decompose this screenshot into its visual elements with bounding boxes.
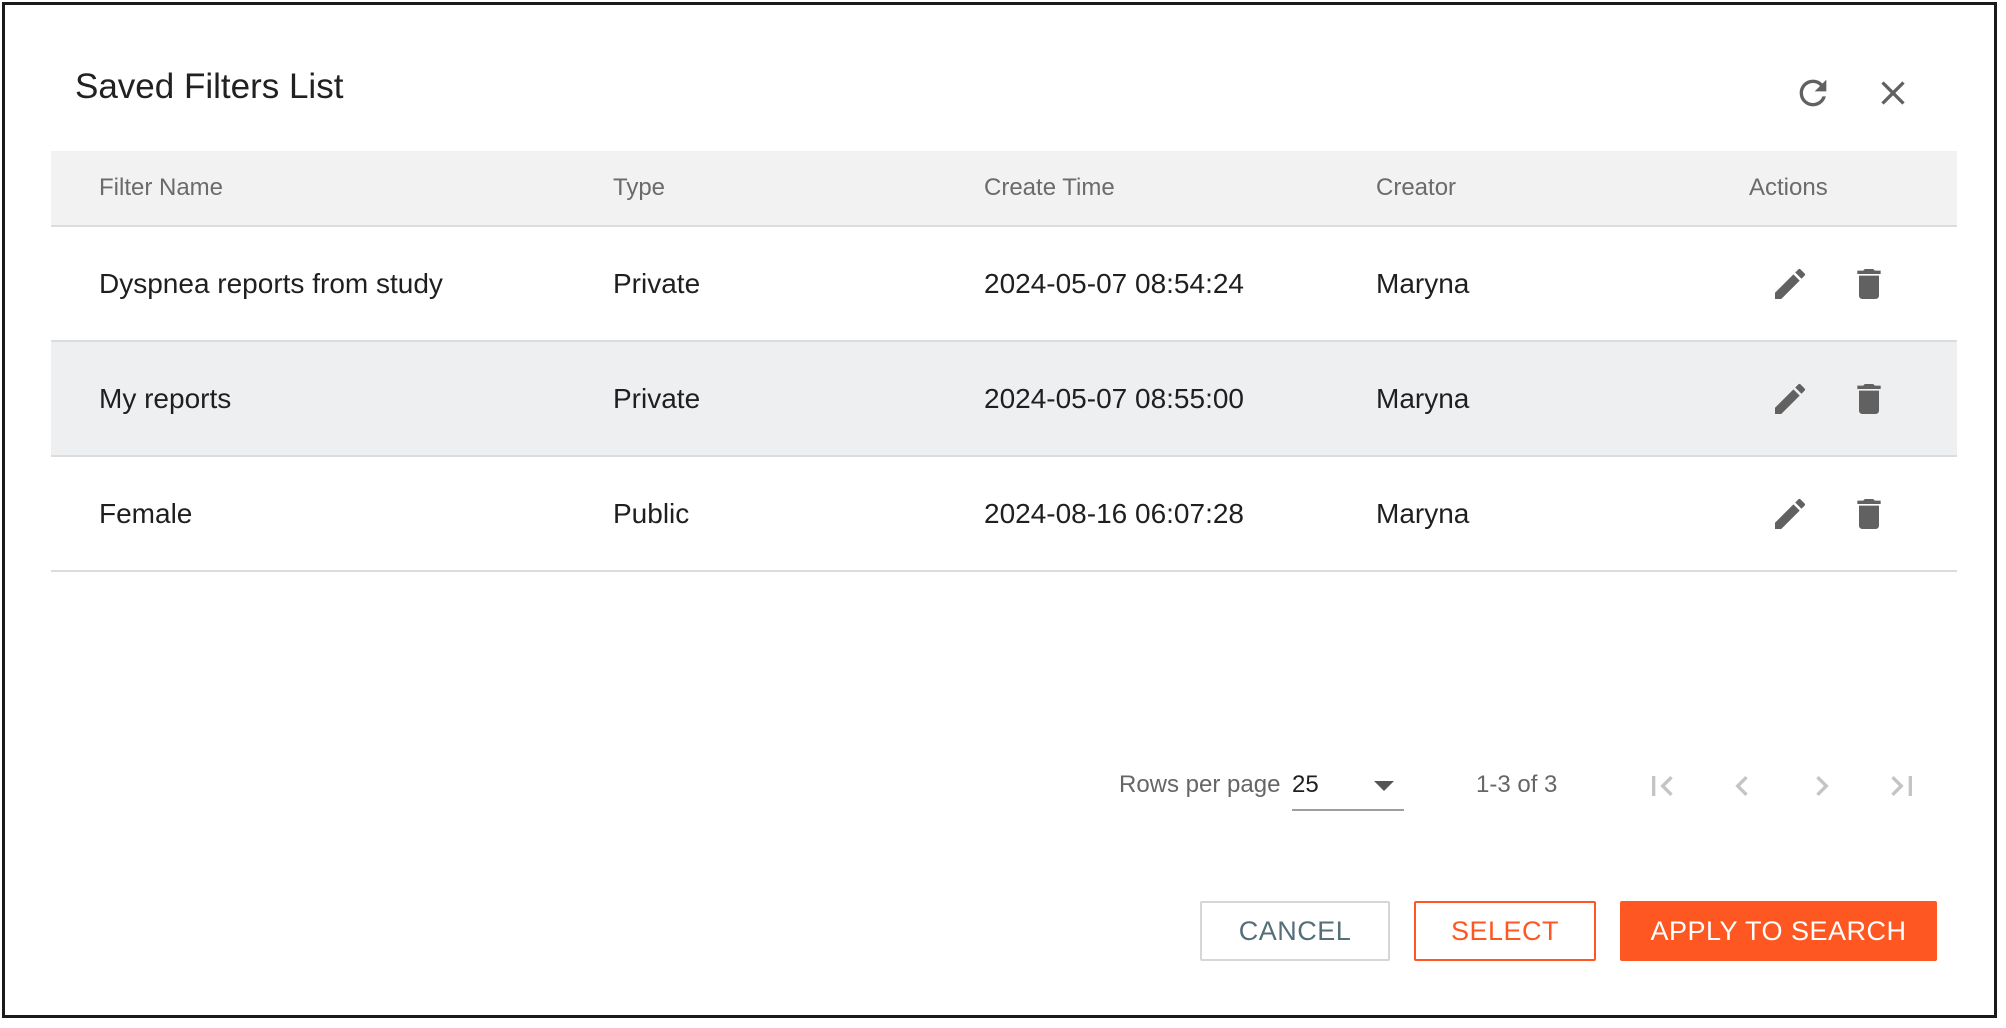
- cell-creator: Maryna: [1376, 268, 1470, 299]
- edit-button[interactable]: [1767, 261, 1813, 307]
- table-row[interactable]: My reports Private 2024-05-07 08:55:00 M…: [51, 342, 1957, 457]
- pagination-range: 1-3 of 3: [1476, 771, 1558, 798]
- refresh-icon: [1793, 73, 1833, 113]
- previous-page-icon: [1735, 776, 1748, 796]
- cell-create-time: 2024-05-07 08:55:00: [984, 383, 1244, 414]
- cancel-button[interactable]: CANCEL: [1200, 901, 1390, 961]
- header-creator[interactable]: Creator: [1376, 151, 1456, 225]
- next-page-icon: [1816, 776, 1829, 796]
- delete-icon: [1857, 384, 1881, 414]
- pagination: Rows per page 25 1-3 of 3: [5, 761, 1994, 811]
- cell-creator: Maryna: [1376, 383, 1470, 414]
- saved-filters-dialog: Saved Filters List Filter Name Type Crea…: [2, 2, 1997, 1018]
- last-page-button[interactable]: [1877, 761, 1927, 811]
- header-create-time[interactable]: Create Time: [984, 151, 1115, 225]
- edit-icon: [1775, 498, 1806, 529]
- rows-per-page-label: Rows per page: [1119, 771, 1281, 798]
- edit-button[interactable]: [1767, 376, 1813, 422]
- edit-icon: [1775, 383, 1806, 414]
- close-button[interactable]: [1861, 61, 1925, 125]
- delete-icon: [1857, 269, 1881, 299]
- table-row[interactable]: Female Public 2024-08-16 06:07:28 Maryna: [51, 457, 1957, 572]
- delete-icon: [1857, 499, 1881, 529]
- last-page-icon: [1891, 776, 1912, 796]
- rows-per-page-value: 25: [1292, 771, 1319, 798]
- cell-creator: Maryna: [1376, 498, 1470, 529]
- close-icon: [1873, 73, 1913, 113]
- rows-per-page-select[interactable]: 25: [1292, 761, 1404, 811]
- header-type[interactable]: Type: [613, 151, 665, 225]
- header-filter-name[interactable]: Filter Name: [99, 151, 223, 225]
- next-page-button[interactable]: [1797, 761, 1847, 811]
- cell-create-time: 2024-05-07 08:54:24: [984, 268, 1244, 299]
- cell-filter-name: Dyspnea reports from study: [99, 268, 443, 299]
- cell-create-time: 2024-08-16 06:07:28: [984, 498, 1244, 529]
- cell-filter-name: My reports: [99, 383, 232, 414]
- cell-type: Public: [613, 498, 690, 529]
- select-button[interactable]: SELECT: [1414, 901, 1596, 961]
- edit-icon: [1775, 268, 1806, 299]
- table-row[interactable]: Dyspnea reports from study Private 2024-…: [51, 227, 1957, 342]
- saved-filters-table: Filter Name Type Create Time Creator Act…: [51, 151, 1957, 572]
- dialog-title: Saved Filters List: [75, 67, 344, 106]
- table-header: Filter Name Type Create Time Creator Act…: [51, 151, 1957, 227]
- apply-to-search-button[interactable]: APPLY TO SEARCH: [1620, 901, 1937, 961]
- cell-type: Private: [613, 383, 701, 414]
- first-page-icon: [1652, 776, 1673, 796]
- chevron-down-icon: [1374, 781, 1394, 791]
- refresh-button[interactable]: [1781, 61, 1845, 125]
- cell-filter-name: Female: [99, 498, 193, 529]
- delete-button[interactable]: [1846, 376, 1892, 422]
- cell-type: Private: [613, 268, 701, 299]
- previous-page-button[interactable]: [1717, 761, 1767, 811]
- edit-button[interactable]: [1767, 491, 1813, 537]
- first-page-button[interactable]: [1637, 761, 1687, 811]
- delete-button[interactable]: [1846, 261, 1892, 307]
- delete-button[interactable]: [1846, 491, 1892, 537]
- header-actions: Actions: [1749, 174, 1828, 201]
